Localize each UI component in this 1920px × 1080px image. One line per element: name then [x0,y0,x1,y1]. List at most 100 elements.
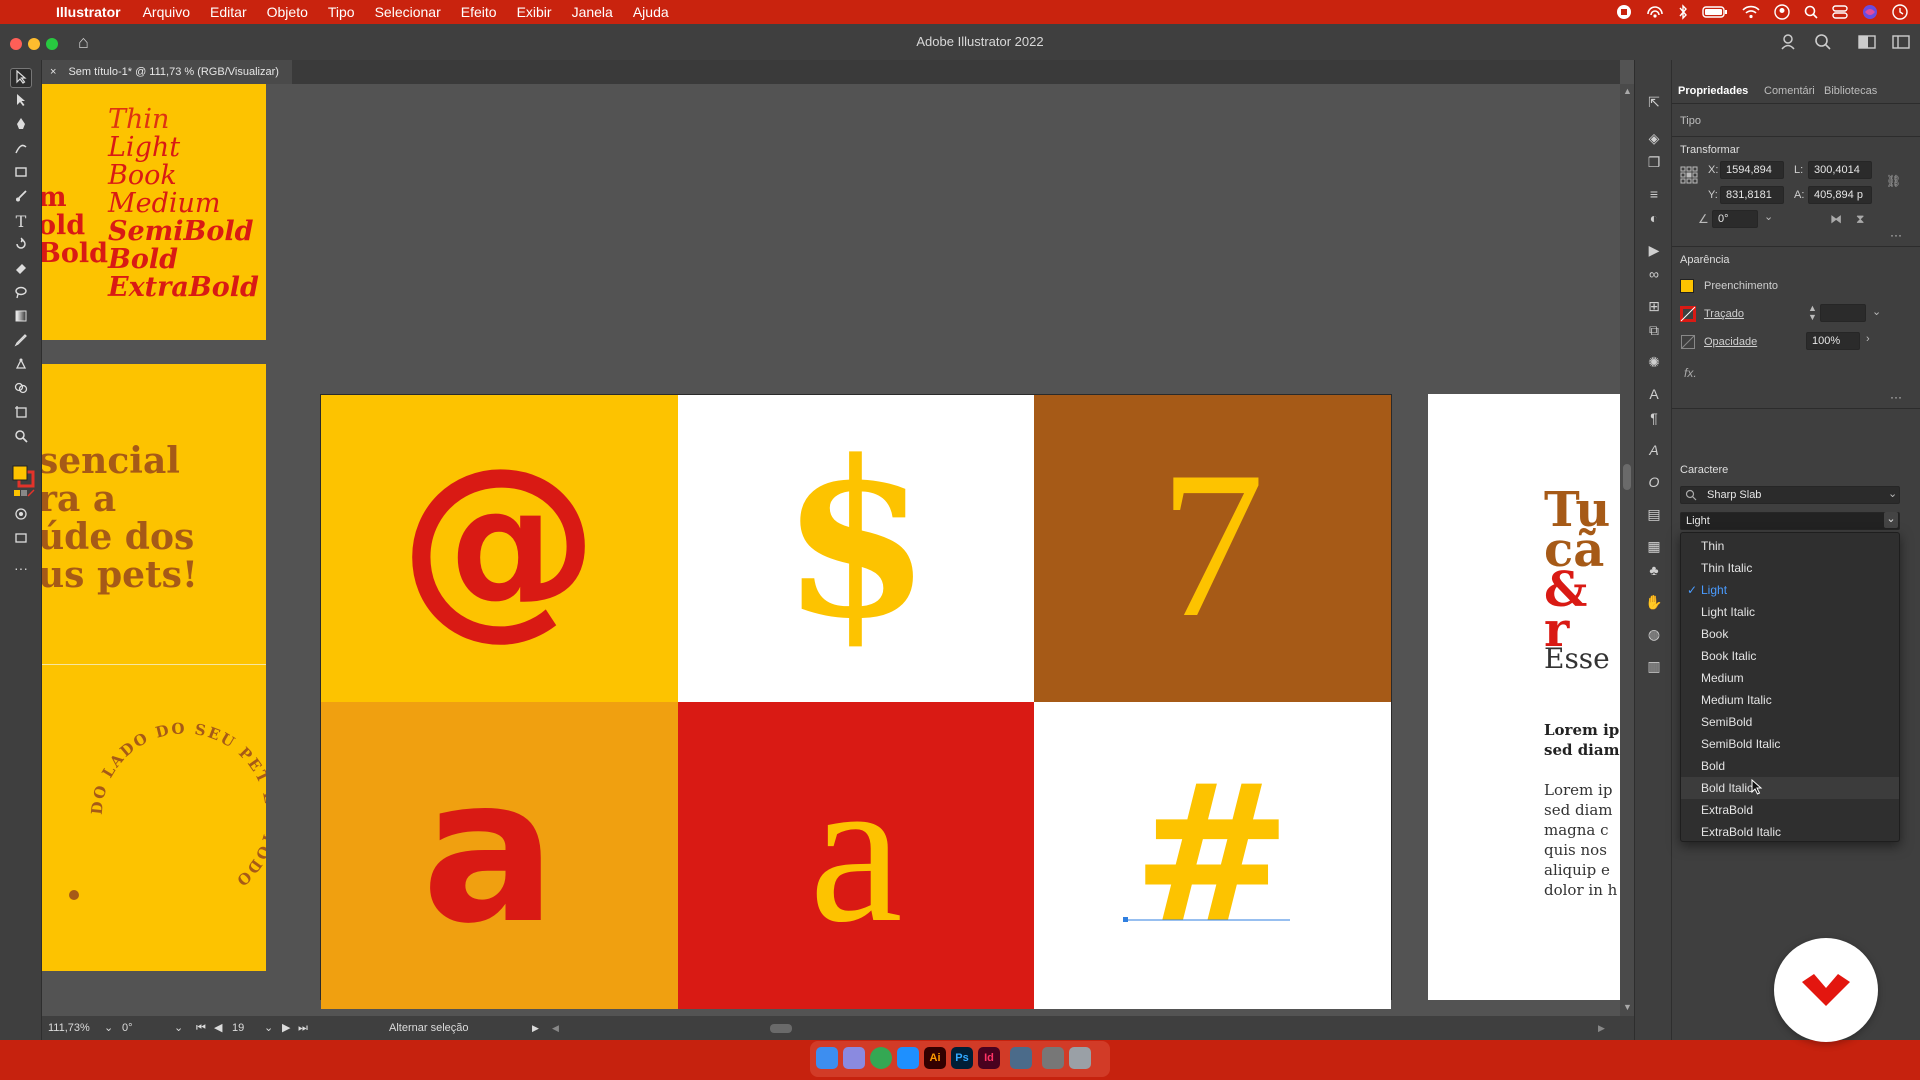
chrome-icon[interactable] [870,1047,892,1069]
scroll-down-icon[interactable]: ▼ [1623,1002,1632,1012]
artboard-dropdown-icon[interactable]: ⌄ [264,1020,273,1036]
finder-icon[interactable] [816,1047,838,1069]
flip-vertical-icon[interactable]: ⧗ [1856,212,1864,227]
pathfinder-icon[interactable]: ⧉ [1644,320,1664,340]
glyph-cell-a-thin[interactable]: a [677,702,1035,1009]
opacity-arrow-icon[interactable]: › [1866,333,1870,345]
fill-label[interactable]: Preenchimento [1704,280,1778,292]
character-panel-icon[interactable]: A [1644,384,1664,404]
gradient-tool-icon[interactable] [10,308,32,328]
record-icon[interactable] [1616,4,1632,20]
brushes-icon[interactable]: ♣ [1644,560,1664,580]
font-style-field[interactable]: Light [1680,512,1900,530]
font-style-option-thin-italic[interactable]: Thin Italic [1681,557,1899,579]
eraser-tool-icon[interactable] [10,260,32,280]
search-icon[interactable] [1814,33,1832,51]
artboard-tool-icon[interactable] [10,404,32,424]
workspace-icon[interactable] [1858,33,1876,51]
document-tab[interactable]: × Sem título-1* @ 111,73 % (RGB/Visualiz… [42,60,292,84]
font-style-option-medium[interactable]: Medium [1681,667,1899,689]
illustrator-icon[interactable]: Ai [924,1047,946,1069]
stroke-weight-field[interactable] [1820,304,1866,322]
glyph-cell-seven[interactable]: 7 [1034,395,1391,702]
hscroll-right-icon[interactable]: ▶ [1598,1020,1605,1036]
airdrop-icon[interactable] [1646,4,1664,20]
symbols-icon[interactable]: ✺ [1644,352,1664,372]
more-appearance-icon[interactable]: ··· [1890,390,1902,404]
bluetooth-icon[interactable] [1678,4,1688,20]
launchpad-icon[interactable] [843,1047,865,1069]
scroll-up-icon[interactable]: ▲ [1623,86,1632,96]
control-center-icon[interactable] [1832,5,1848,19]
align-icon[interactable]: ▤ [1644,504,1664,524]
artboard-glyph-grid[interactable]: @ $ 7 a a # [320,394,1392,1009]
font-family-field[interactable]: Sharp Slab [1680,486,1900,504]
panel-toggle-icon[interactable] [1892,33,1910,51]
type-tool-icon[interactable]: T [10,212,32,232]
menu-editar[interactable]: Editar [210,4,247,20]
fill-stroke-swatch-icon[interactable] [10,458,35,498]
photoshop-icon[interactable]: Ps [951,1047,973,1069]
puppet-icon[interactable]: ✋ [1644,592,1664,612]
artboard-arc-text[interactable]: DO LADO DO SEU PET EM TODO [42,665,266,971]
tab-libraries[interactable]: Bibliotecas [1824,85,1877,97]
rotation-field[interactable]: 0° [122,1020,182,1036]
flip-horizontal-icon[interactable]: ⧓ [1830,212,1842,226]
zoom-level-field[interactable]: 111,73% [48,1020,104,1036]
transform-panel-icon[interactable]: ⊞ [1644,296,1664,316]
font-style-option-extrabold-italic[interactable]: ExtraBold Italic [1681,821,1899,843]
canvas-area[interactable]: m old Bold Thin Light Book Medium SemiBo… [42,84,1620,1016]
menu-tipo[interactable]: Tipo [328,4,355,20]
actions-icon[interactable]: ▶ [1644,240,1664,260]
font-style-option-thin[interactable]: Thin [1681,535,1899,557]
status-menu-icon[interactable]: ▶ [532,1020,539,1036]
stroke-label[interactable]: Traçado [1704,308,1744,320]
rotate-angle-field[interactable]: 0° [1712,210,1758,228]
wifi-icon[interactable] [1742,5,1760,19]
font-style-dropdown-icon[interactable]: ⌄ [1884,512,1898,528]
glyph-cell-hash[interactable]: # [1034,702,1391,1009]
draw-mode-icon[interactable] [10,506,32,526]
y-position-field[interactable]: 831,8181 [1720,186,1784,204]
rotate-tool-icon[interactable] [10,236,32,256]
menu-efeito[interactable]: Efeito [461,4,497,20]
tab-comments[interactable]: Comentári [1764,85,1815,97]
first-artboard-icon[interactable]: ⏮ [196,1020,206,1036]
x-position-field[interactable]: 1594,894 [1720,161,1784,179]
direct-selection-tool-icon[interactable] [10,92,32,112]
more-tools-icon[interactable]: ··· [10,558,32,578]
share-user-icon[interactable] [1780,33,1798,51]
opentype-icon[interactable]: O [1644,472,1664,492]
last-artboard-icon[interactable]: ⏭ [298,1020,308,1036]
menu-app-name[interactable]: Illustrator [56,4,121,20]
appstore-icon[interactable] [897,1047,919,1069]
indesign-icon[interactable]: Id [978,1047,1000,1069]
fill-swatch[interactable] [1680,279,1694,293]
menu-selecionar[interactable]: Selecionar [375,4,441,20]
artboards-panel-icon[interactable]: ❐ [1644,152,1664,172]
horizontal-scroll-thumb[interactable] [770,1024,792,1033]
status-message[interactable]: Alternar seleção [389,1020,469,1036]
fx-button[interactable]: fx. [1684,366,1697,380]
menu-arquivo[interactable]: Arquivo [143,4,190,20]
rotation-dropdown-icon[interactable]: ⌄ [174,1020,183,1036]
rectangle-tool-icon[interactable] [10,164,32,184]
clock-icon[interactable] [1892,4,1908,20]
menu-janela[interactable]: Janela [572,4,613,20]
font-family-dropdown-icon[interactable]: ⌄ [1888,487,1897,500]
pen-tool-icon[interactable] [10,116,32,136]
layers-icon[interactable]: ◈ [1644,128,1664,148]
next-artboard-icon[interactable]: ▶ [282,1020,290,1036]
angle-dropdown-icon[interactable]: ⌄ [1764,210,1773,223]
stroke-weight-stepper[interactable]: ▲ ▼ [1808,304,1817,322]
scroll-thumb[interactable] [1623,464,1631,490]
glyph-cell-dollar[interactable]: $ [677,395,1035,702]
artboard-weights[interactable]: m old Bold Thin Light Book Medium SemiBo… [42,84,266,340]
width-field[interactable]: 300,4014 [1808,161,1872,179]
font-style-option-bold[interactable]: Bold [1681,755,1899,777]
artboard-pets-text[interactable]: sencial ra a úde dos us pets! [42,364,266,664]
glyph-cell-a-bold[interactable]: a [321,702,678,1009]
stroke-swatch[interactable] [1680,306,1696,322]
zoom-tool-icon[interactable] [10,428,32,448]
swatches-icon[interactable]: ▦ [1644,536,1664,556]
